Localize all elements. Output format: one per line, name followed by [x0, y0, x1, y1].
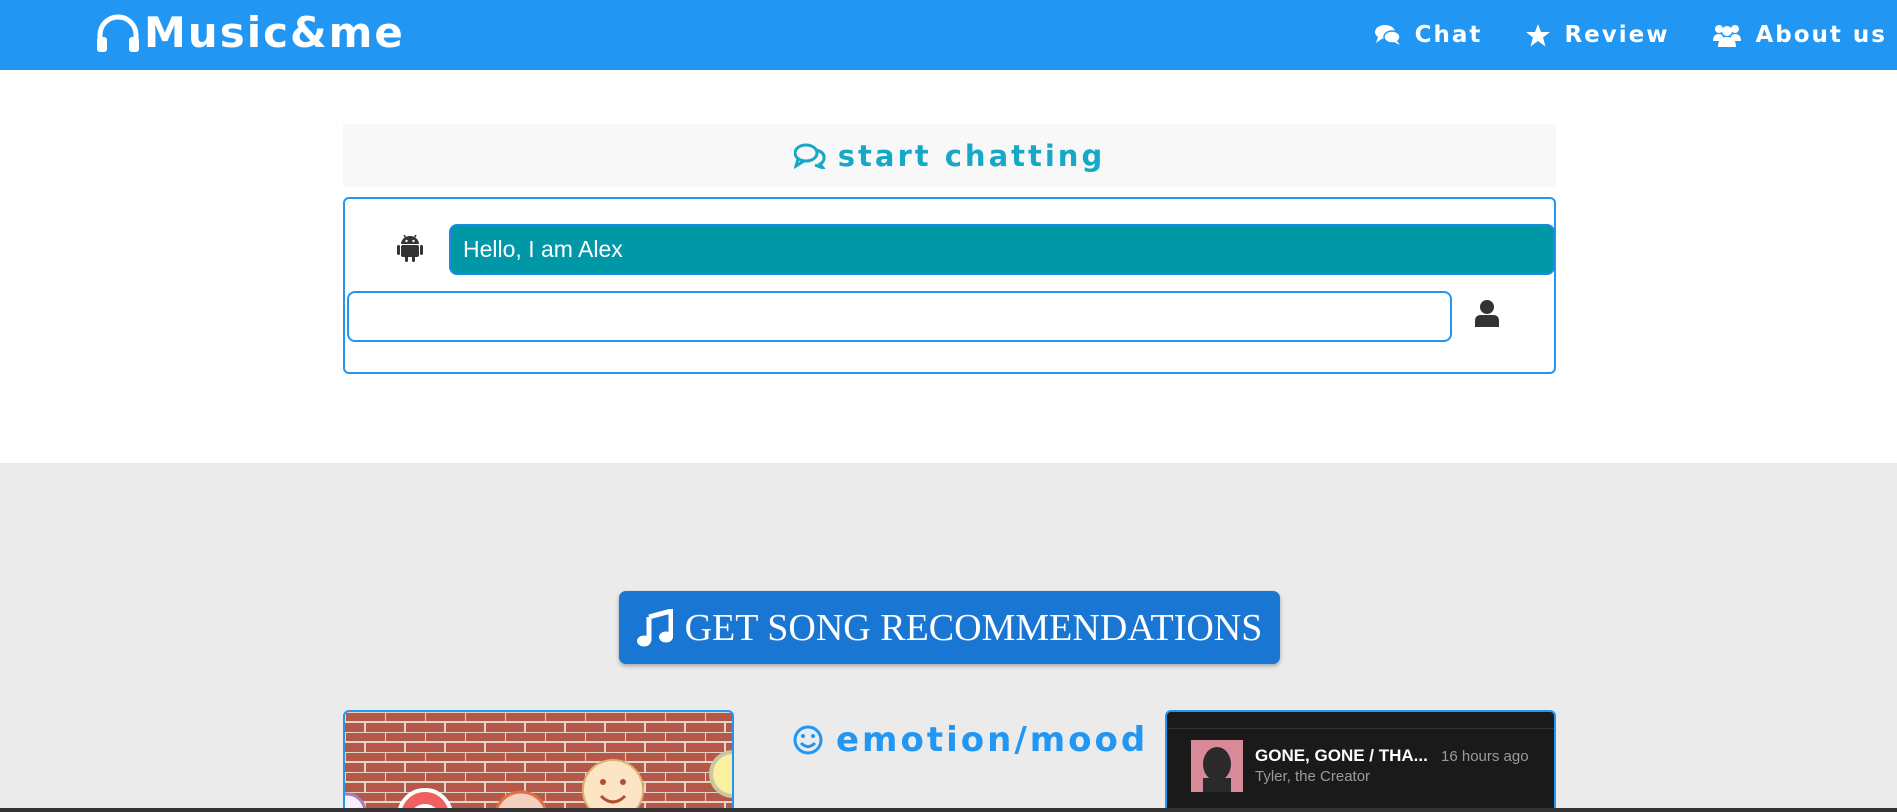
chat-box: Hello, I am Alex [343, 197, 1556, 374]
comments-icon [1374, 25, 1401, 45]
chat-header: start chatting [343, 124, 1556, 187]
bottom-edge [0, 808, 1897, 812]
nav-link-about-label: About us [1755, 22, 1887, 48]
bot-message: Hello, I am Alex [449, 224, 1555, 275]
nav-link-review[interactable]: Review [1526, 22, 1669, 48]
get-recommendations-button[interactable]: GET SONG RECOMMENDATIONS [619, 591, 1280, 664]
comments-outline-icon [793, 143, 826, 169]
track-time: 16 hours ago [1441, 748, 1529, 765]
android-icon [397, 234, 423, 262]
chat-title: start chatting [837, 138, 1106, 173]
spotify-divider [1167, 728, 1554, 729]
emotion-mood-title: emotion/mood [792, 720, 1148, 760]
navbar: Music&me Chat Review About us [0, 0, 1897, 70]
emotion-mood-label: emotion/mood [836, 720, 1149, 760]
nav-link-chat[interactable]: Chat [1374, 22, 1483, 48]
music-note-icon [636, 608, 673, 646]
nav-link-about[interactable]: About us [1713, 22, 1887, 48]
emoji-faces-image [345, 712, 732, 812]
track-title[interactable]: GONE, GONE / THA... [1255, 746, 1428, 766]
smile-icon [793, 725, 823, 755]
star-icon [1526, 23, 1551, 46]
nav-link-chat-label: Chat [1414, 22, 1483, 48]
spotify-widget[interactable]: GONE, GONE / THA... 16 hours ago Tyler, … [1165, 710, 1556, 812]
chat-input[interactable] [347, 291, 1452, 342]
get-recommendations-label: GET SONG RECOMMENDATIONS [684, 606, 1263, 649]
nav-link-review-label: Review [1564, 22, 1670, 48]
user-icon [1475, 300, 1499, 327]
album-art [1191, 740, 1243, 792]
track-artist[interactable]: Tyler, the Creator [1255, 768, 1370, 785]
brand-name: Music&me [144, 8, 405, 57]
mood-image-card [343, 710, 734, 812]
brand-logo[interactable]: Music&me [96, 8, 405, 57]
users-icon [1713, 25, 1742, 47]
nav-links: Chat Review About us [1374, 0, 1897, 70]
headphones-icon [97, 14, 139, 52]
